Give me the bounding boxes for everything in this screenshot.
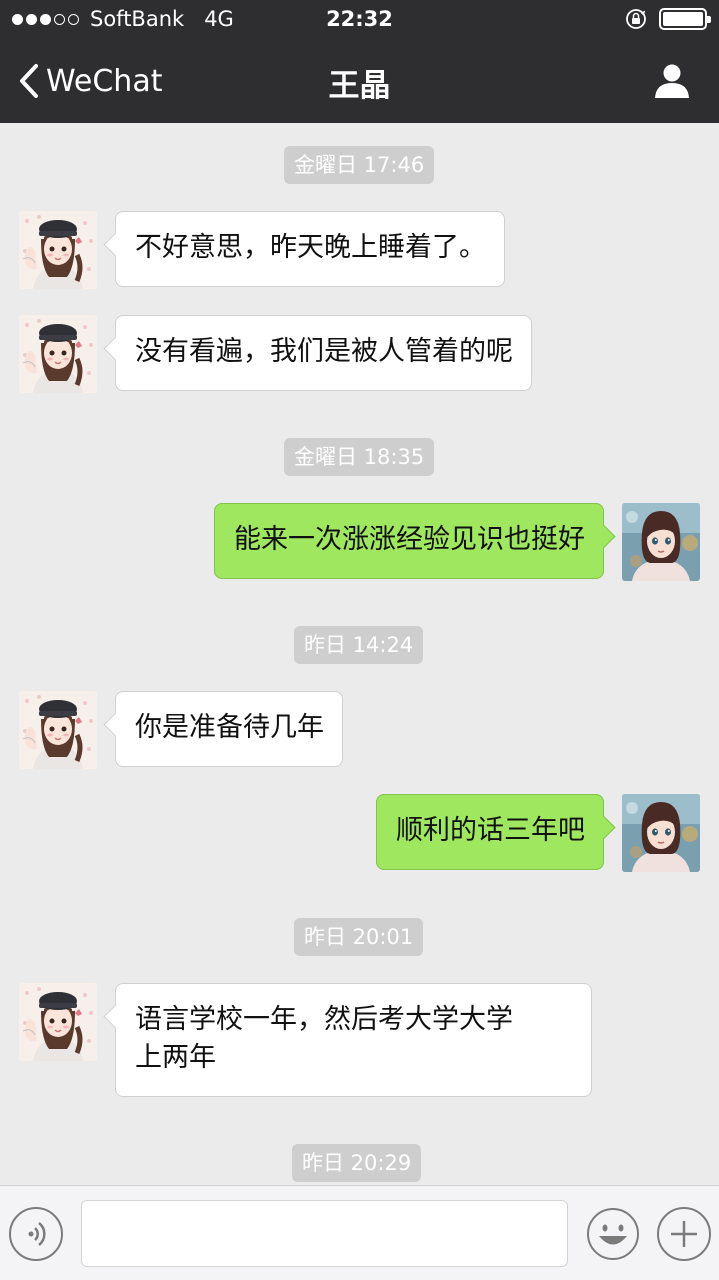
contact-avatar[interactable] xyxy=(19,691,97,769)
status-right xyxy=(625,8,711,30)
contact-avatar[interactable] xyxy=(19,211,97,289)
timestamp: 金曜日 18:35 xyxy=(284,438,435,476)
contact-avatar[interactable] xyxy=(19,983,97,1061)
timestamp: 昨日 20:29 xyxy=(292,1144,422,1182)
emoji-icon[interactable] xyxy=(586,1207,640,1261)
navigation-bar: WeChat 王晶 xyxy=(0,40,719,123)
voice-icon xyxy=(28,1222,46,1246)
status-bar: SoftBank 4G 22:32 xyxy=(0,0,719,40)
message-bubble-incoming[interactable]: 语言学校一年，然后考大学大学 上两年 xyxy=(115,983,592,1097)
message-bubble-incoming[interactable]: 你是准备待几年 xyxy=(115,691,343,767)
message-bubble-incoming[interactable]: 不好意思，昨天晚上睡着了。 xyxy=(115,211,505,287)
battery-fill xyxy=(663,12,703,26)
plus-icon xyxy=(671,1221,697,1247)
message-bubble-outgoing[interactable]: 能来一次涨涨经验见识也挺好 xyxy=(214,503,604,579)
message-bubble-incoming[interactable]: 没有看遍，我们是被人管着的呢 xyxy=(115,315,532,391)
timestamp: 昨日 14:24 xyxy=(294,626,424,664)
battery-icon xyxy=(659,8,711,30)
back-label: WeChat xyxy=(46,63,163,99)
back-button[interactable]: WeChat xyxy=(18,60,162,102)
rotation-lock-icon xyxy=(626,9,646,29)
status-time: 22:32 xyxy=(326,7,393,31)
timestamp: 金曜日 17:46 xyxy=(284,146,435,184)
more-button[interactable] xyxy=(657,1207,711,1261)
message-bubble-outgoing[interactable]: 顺利的话三年吧 xyxy=(376,794,604,870)
chevron-left-icon xyxy=(20,64,38,98)
chat-area[interactable]: 金曜日 17:46 不好意思，昨天晚上睡着了。 没有看遍，我们是被人管着的呢 金… xyxy=(0,123,719,1185)
person-icon[interactable] xyxy=(653,62,691,100)
input-bar xyxy=(0,1185,719,1280)
message-input[interactable] xyxy=(81,1200,568,1267)
contact-avatar[interactable] xyxy=(19,315,97,393)
timestamp: 昨日 20:01 xyxy=(294,918,424,956)
voice-button[interactable] xyxy=(9,1207,63,1261)
my-avatar[interactable] xyxy=(622,503,700,581)
my-avatar[interactable] xyxy=(622,794,700,872)
